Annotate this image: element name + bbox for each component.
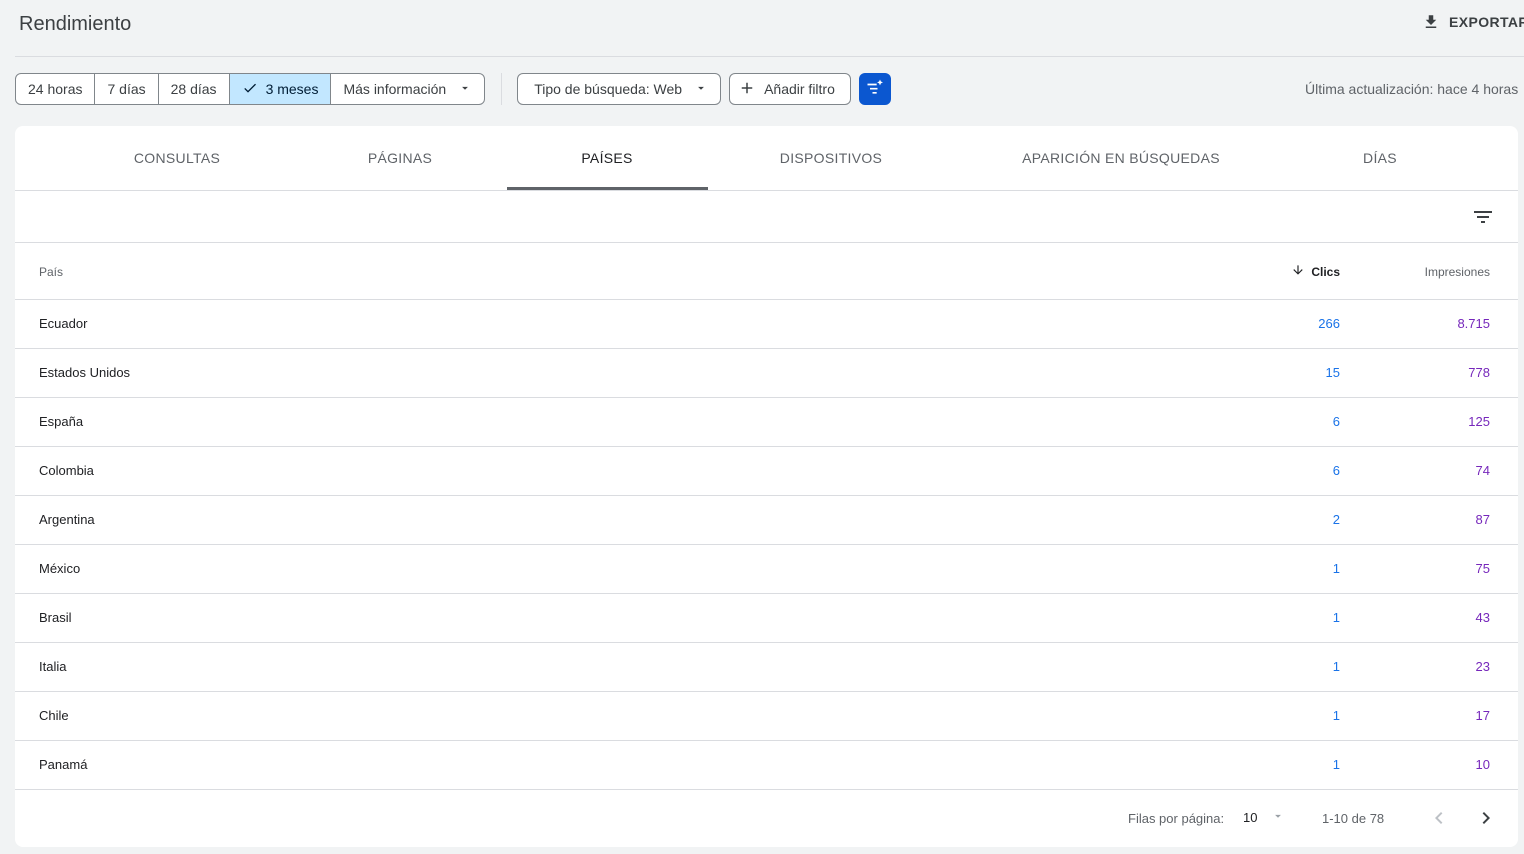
table-row[interactable]: Argentina 2 87 xyxy=(15,496,1518,545)
cell-impressions: 778 xyxy=(1468,365,1490,380)
check-icon xyxy=(242,80,258,99)
cell-impressions: 125 xyxy=(1468,414,1490,429)
tab-days[interactable]: DÍAS xyxy=(1363,150,1397,166)
cell-impressions: 43 xyxy=(1475,610,1490,625)
cell-impressions: 87 xyxy=(1475,512,1490,527)
tab-queries[interactable]: CONSULTAS xyxy=(134,150,220,166)
cell-impressions: 10 xyxy=(1475,757,1490,772)
sparkle-filter-icon xyxy=(865,77,885,102)
date-range-label: 3 meses xyxy=(265,81,319,97)
pagination-range: 1-10 de 78 xyxy=(1322,811,1385,826)
table-row[interactable]: Chile 1 17 xyxy=(15,692,1518,741)
table-row[interactable]: Brasil 1 43 xyxy=(15,594,1518,643)
cell-country: España xyxy=(39,414,84,429)
date-range-24h[interactable]: 24 horas xyxy=(16,74,96,104)
header-divider xyxy=(15,56,1524,57)
more-info-label: Más información xyxy=(343,81,447,97)
cell-clicks: 1 xyxy=(1332,708,1340,723)
column-header-impressions[interactable]: Impresiones xyxy=(1425,265,1490,279)
date-range-selector: 24 horas 7 días 28 días 3 meses Más info… xyxy=(15,73,486,105)
tab-pages[interactable]: PÁGINAS xyxy=(368,150,432,166)
search-type-dropdown[interactable]: Tipo de búsqueda: Web xyxy=(517,73,722,105)
tab-devices[interactable]: DISPOSITIVOS xyxy=(780,150,882,166)
date-range-28d[interactable]: 28 días xyxy=(159,74,230,104)
tab-search-appearance[interactable]: APARICIÓN EN BÚSQUEDAS xyxy=(1022,150,1220,166)
top-bar: Rendimiento EXPORTAR xyxy=(0,0,1524,57)
cell-impressions: 17 xyxy=(1475,708,1490,723)
cell-country: Argentina xyxy=(39,512,95,527)
column-header-clicks-label: Clics xyxy=(1311,264,1340,279)
export-button[interactable]: EXPORTAR xyxy=(1422,13,1524,31)
cell-clicks: 1 xyxy=(1332,659,1340,674)
cell-clicks: 1 xyxy=(1332,757,1340,772)
table-row[interactable]: México 1 75 xyxy=(15,545,1518,594)
add-filter-label: Añadir filtro xyxy=(764,81,835,97)
cell-country: Ecuador xyxy=(39,316,88,331)
filter-list-icon[interactable] xyxy=(1471,205,1495,229)
cell-clicks: 15 xyxy=(1325,365,1340,380)
cell-clicks: 6 xyxy=(1332,463,1340,478)
dropdown-arrow-icon xyxy=(458,81,472,98)
cell-impressions: 74 xyxy=(1475,463,1490,478)
table-row[interactable]: Italia 1 23 xyxy=(15,643,1518,692)
cell-impressions: 8.715 xyxy=(1457,316,1490,331)
report-card: CONSULTAS PÁGINAS PAÍSES DISPOSITIVOS AP… xyxy=(15,126,1518,847)
rows-per-page-select[interactable]: 10 xyxy=(1243,809,1285,826)
cell-country: México xyxy=(39,561,81,576)
cell-clicks: 6 xyxy=(1332,414,1340,429)
table-body: Ecuador 266 8.715 Estados Unidos 15 778 … xyxy=(15,300,1518,790)
dropdown-arrow-icon xyxy=(1271,809,1285,826)
chevron-right-icon[interactable] xyxy=(1474,806,1498,830)
column-header-country[interactable]: País xyxy=(39,265,63,279)
more-info-dropdown[interactable]: Más información xyxy=(331,74,484,104)
cell-clicks: 266 xyxy=(1318,316,1340,331)
cell-impressions: 75 xyxy=(1475,561,1490,576)
date-range-label: 24 horas xyxy=(28,81,83,97)
plus-icon xyxy=(738,79,756,100)
active-tab-indicator xyxy=(507,187,708,190)
cell-country: Panamá xyxy=(39,757,88,772)
download-icon xyxy=(1422,13,1440,31)
page-title: Rendimiento xyxy=(19,13,132,35)
table-row[interactable]: Ecuador 266 8.715 xyxy=(15,300,1518,349)
cell-clicks: 1 xyxy=(1332,561,1340,576)
cell-clicks: 1 xyxy=(1332,610,1340,625)
rows-per-page-label: Filas por página: xyxy=(1128,811,1225,826)
cell-country: Chile xyxy=(39,708,69,723)
column-header-clicks[interactable]: Clics xyxy=(1291,263,1340,280)
chevron-left-icon[interactable] xyxy=(1427,806,1451,830)
cell-clicks: 2 xyxy=(1332,512,1340,527)
last-update-text: Última actualización: hace 4 horas xyxy=(1305,81,1519,97)
search-type-label: Tipo de búsqueda: Web xyxy=(534,81,683,97)
rows-per-page-value: 10 xyxy=(1243,810,1258,825)
table-row[interactable]: Panamá 1 10 xyxy=(15,741,1518,790)
cell-country: Brasil xyxy=(39,610,72,625)
table-toolbar xyxy=(15,191,1518,243)
tab-countries[interactable]: PAÍSES xyxy=(581,150,632,166)
date-range-3m[interactable]: 3 meses xyxy=(229,74,332,104)
dropdown-arrow-icon xyxy=(694,81,708,98)
cell-country: Estados Unidos xyxy=(39,365,131,380)
table-header: País Clics Impresiones xyxy=(15,243,1518,300)
table-row[interactable]: España 6 125 xyxy=(15,398,1518,447)
table-row[interactable]: Colombia 6 74 xyxy=(15,447,1518,496)
table-row[interactable]: Estados Unidos 15 778 xyxy=(15,349,1518,398)
smart-filter-button[interactable] xyxy=(858,73,891,105)
date-range-label: 28 días xyxy=(170,81,217,97)
sort-down-arrow-icon xyxy=(1291,263,1305,280)
cell-country: Colombia xyxy=(39,463,94,478)
filter-divider xyxy=(501,73,503,105)
add-filter-button[interactable]: Añadir filtro xyxy=(729,73,851,105)
pagination: Filas por página: 10 1-10 de 78 xyxy=(15,790,1518,847)
cell-impressions: 23 xyxy=(1475,659,1490,674)
dimension-tabs: CONSULTAS PÁGINAS PAÍSES DISPOSITIVOS AP… xyxy=(15,126,1518,191)
date-range-label: 7 días xyxy=(107,81,146,97)
cell-country: Italia xyxy=(39,659,67,674)
date-range-7d[interactable]: 7 días xyxy=(95,74,159,104)
filter-bar: 24 horas 7 días 28 días 3 meses Más info… xyxy=(15,73,891,105)
export-label: EXPORTAR xyxy=(1449,14,1524,30)
